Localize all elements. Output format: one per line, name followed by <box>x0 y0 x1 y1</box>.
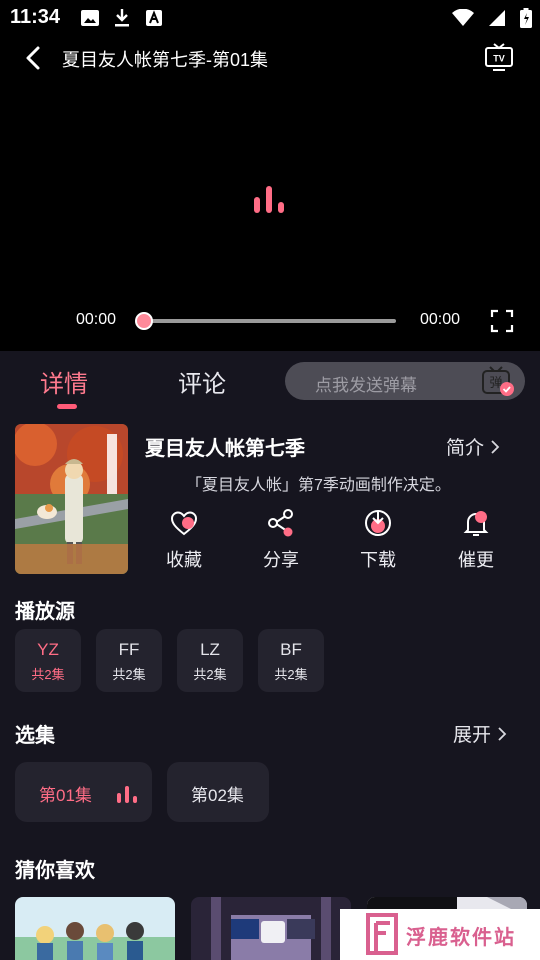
source-name: LZ <box>200 640 220 659</box>
progress-thumb[interactable] <box>135 312 153 330</box>
download-button[interactable]: 下载 <box>343 508 413 572</box>
signal-icon <box>489 10 505 26</box>
bell-icon <box>463 511 489 536</box>
recommend-card-1[interactable] <box>15 897 175 960</box>
back-arrow-icon[interactable] <box>20 44 48 72</box>
episode-label: 第02集 <box>191 786 244 805</box>
share-label: 分享 <box>263 550 299 570</box>
site-watermark: 浮鹿软件站 <box>340 909 540 960</box>
danmaku-toggle-icon[interactable]: 弹 <box>481 365 515 397</box>
source-chip-bf[interactable]: BF 共2集 <box>258 629 324 692</box>
source-name: BF <box>280 640 302 659</box>
expand-episodes-link[interactable]: 展开 <box>453 720 507 747</box>
favorite-label: 收藏 <box>166 550 202 570</box>
share-button[interactable]: 分享 <box>246 508 316 572</box>
fullscreen-icon[interactable] <box>490 309 514 333</box>
episode-label: 第01集 <box>39 786 92 805</box>
anime-title: 夏目友人帐第七季 <box>145 438 305 460</box>
playing-bars-icon <box>117 786 137 803</box>
source-episode-count: 共2集 <box>112 667 146 682</box>
heart-icon <box>170 511 198 536</box>
tab-comments[interactable]: 评论 <box>178 364 226 399</box>
source-name: YZ <box>37 640 59 659</box>
recommend-title: 猜你喜欢 <box>15 860 95 882</box>
image-icon <box>81 10 99 26</box>
danmaku-placeholder: 点我发送弹幕 <box>315 376 417 395</box>
video-title: 夏目友人帐第七季-第01集 <box>62 50 269 70</box>
tab-details[interactable]: 详情 <box>40 364 88 399</box>
status-bar: 11:34 <box>0 0 540 36</box>
status-time: 11:34 <box>10 6 61 28</box>
recommend-card-2[interactable] <box>191 897 351 960</box>
site-logo-icon <box>366 913 398 955</box>
tv-cast-icon[interactable]: TV <box>484 43 514 73</box>
chevron-right-icon <box>491 439 500 454</box>
intro-link[interactable]: 简介 <box>446 433 500 460</box>
download-circle-icon <box>365 510 391 536</box>
player-top-bar: 夏目友人帐第七季-第01集 TV <box>0 36 540 80</box>
urge-update-button[interactable]: 催更 <box>441 508 511 572</box>
danmaku-input[interactable]: 点我发送弹幕 弹 <box>285 362 525 400</box>
chevron-right-icon <box>498 726 507 741</box>
current-time: 00:00 <box>76 311 117 328</box>
tab-active-indicator <box>57 404 77 409</box>
source-chip-lz[interactable]: LZ 共2集 <box>177 629 243 692</box>
battery-icon <box>520 8 532 28</box>
source-episode-count: 共2集 <box>193 667 227 682</box>
episode-item-01[interactable]: 第01集 <box>15 762 152 822</box>
share-icon <box>268 509 293 537</box>
anime-description: 「夏目友人帐」第7季动画制作决定。 <box>186 477 451 494</box>
wifi-icon <box>452 9 474 26</box>
episode-item-02[interactable]: 第02集 <box>167 762 269 822</box>
source-episode-count: 共2集 <box>274 667 308 682</box>
episodes-title: 选集 <box>15 725 55 747</box>
anime-cover-image[interactable] <box>15 424 128 574</box>
progress-bar[interactable] <box>142 319 396 323</box>
video-player[interactable]: 11:34 夏目友人帐第七季-第01集 TV 00:00 00:00 <box>0 0 540 351</box>
sources-title: 播放源 <box>15 601 75 623</box>
source-chip-yz[interactable]: YZ 共2集 <box>15 629 81 692</box>
intro-label: 简介 <box>446 438 485 459</box>
watermark-text: 浮鹿软件站 <box>406 925 516 949</box>
a-box-icon <box>146 10 162 26</box>
download-icon <box>115 9 129 27</box>
loading-bars-icon <box>254 186 284 213</box>
expand-label: 展开 <box>453 725 492 746</box>
source-chip-ff[interactable]: FF 共2集 <box>96 629 162 692</box>
svg-text:TV: TV <box>493 54 505 64</box>
duration-time: 00:00 <box>420 311 461 328</box>
source-name: FF <box>118 640 140 659</box>
urge-update-label: 催更 <box>458 550 494 570</box>
source-episode-count: 共2集 <box>31 667 65 682</box>
download-label: 下载 <box>360 550 396 570</box>
favorite-button[interactable]: 收藏 <box>149 508 219 572</box>
